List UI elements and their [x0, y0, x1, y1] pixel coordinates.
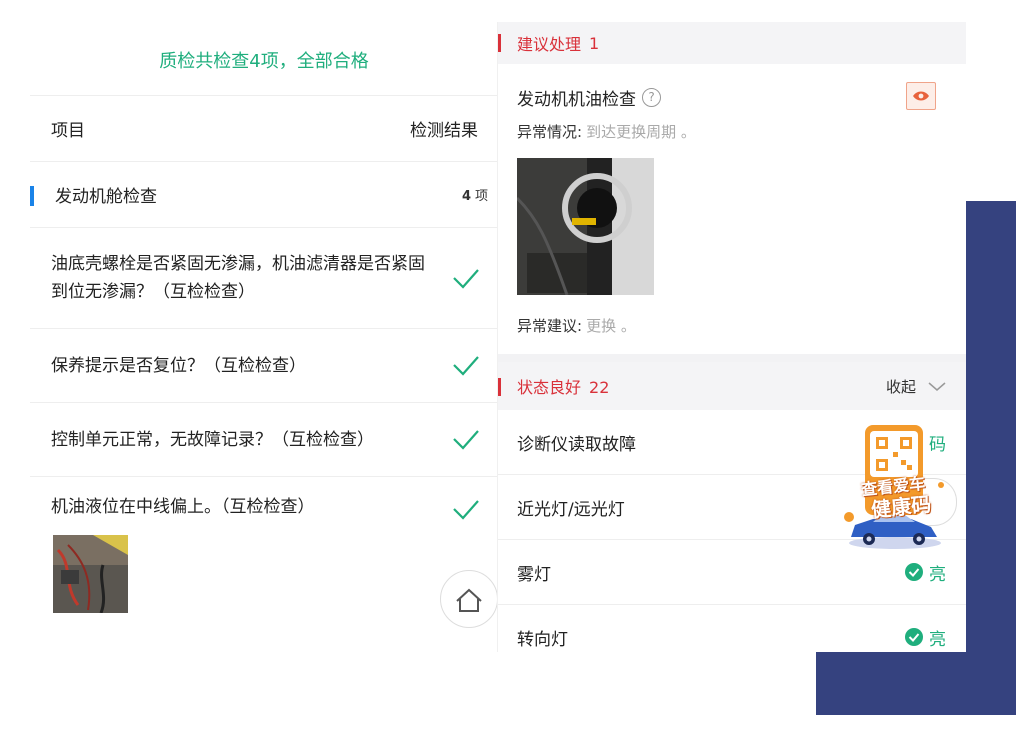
check-photo-thumbnail[interactable]: [53, 535, 128, 613]
check-circle-icon: [905, 563, 923, 581]
status-value: 亮: [905, 625, 946, 650]
suggest-section-header: 建议处理 1: [498, 22, 966, 64]
help-icon[interactable]: ?: [642, 88, 661, 107]
advice-value: 更换 。: [586, 317, 636, 335]
eye-icon: [913, 91, 929, 101]
status-row-name: 转向灯: [517, 629, 568, 650]
column-result-label: 检测结果: [410, 121, 478, 141]
abnormal-label: 异常情况:: [517, 123, 583, 141]
status-text: 亮: [929, 629, 946, 650]
abnormal-info: 异常情况: 到达更换周期 。: [517, 121, 936, 142]
section-divider: [498, 354, 966, 362]
check-circle-icon: [905, 628, 923, 646]
good-count: 22: [589, 378, 610, 397]
column-header: 项目 检测结果: [30, 96, 498, 162]
section-marker: [498, 34, 501, 52]
report-panel: 建议处理 1 发动机机油检查 ? 异常情况: 到达更换周期 。 异常建议: 更换…: [498, 22, 966, 652]
suggest-count: 1: [589, 33, 600, 53]
section-count: 4项: [461, 189, 488, 204]
suggest-label: 建议处理: [517, 35, 582, 54]
column-item-label: 项目: [51, 121, 85, 141]
check-icon: [453, 269, 479, 289]
section-marker: [498, 378, 501, 396]
status-value: 亮: [905, 560, 946, 585]
check-item: 机油液位在中线偏上。（互检检查）: [30, 477, 498, 647]
abnormal-value: 到达更换周期 。: [586, 123, 696, 141]
issue-photo[interactable]: [517, 158, 654, 295]
issue-card: 发动机机油检查 ? 异常情况: 到达更换周期 。 异常建议: 更换 。: [498, 64, 966, 354]
check-item: 保养提示是否复位？（互检检查）: [30, 329, 498, 403]
inspection-panel: 质检共检查4项，全部合格 项目 检测结果 发动机舱检查 4项 油底壳螺栓是否紧固…: [30, 25, 498, 652]
status-row-name: 诊断仪读取故障: [517, 434, 636, 455]
status-row: 转向灯 亮: [498, 605, 966, 652]
status-row-name: 雾灯: [517, 564, 551, 585]
collapse-toggle[interactable]: 收起: [886, 376, 948, 397]
section-marker: [30, 186, 34, 206]
good-label: 状态良好: [517, 378, 582, 397]
check-icon: [453, 500, 479, 520]
section-title: 发动机舱检查: [55, 187, 157, 207]
status-row-name: 近光灯/远光灯: [517, 499, 625, 520]
check-item: 油底壳螺栓是否紧固无渗漏，机油滤清器是否紧固到位无渗漏？（互检检查）: [30, 228, 498, 329]
good-section-header: 状态良好 22 收起: [498, 362, 966, 410]
home-icon: [456, 588, 482, 612]
view-button[interactable]: [906, 82, 936, 110]
issue-title-row: 发动机机油检查 ?: [517, 64, 936, 110]
advice-info: 异常建议: 更换 。: [517, 315, 936, 336]
home-button[interactable]: [440, 570, 498, 628]
check-item: 控制单元正常，无故障记录？（互检检查）: [30, 403, 498, 477]
section-engine-bay: 发动机舱检查 4项: [30, 162, 498, 228]
inspection-summary: 质检共检查4项，全部合格: [30, 25, 498, 96]
check-item-text: 油底壳螺栓是否紧固无渗漏，机油滤清器是否紧固到位无渗漏？（互检检查）: [51, 254, 425, 302]
health-code-promo[interactable]: 查看爱车 健康码: [843, 425, 946, 550]
check-icon: [453, 356, 479, 376]
check-item-text: 保养提示是否复位？（互检检查）: [51, 355, 306, 376]
chevron-down-icon: [928, 382, 946, 391]
advice-label: 异常建议:: [517, 317, 583, 335]
check-item-text: 机油液位在中线偏上。（互检检查）: [51, 497, 315, 517]
issue-title: 发动机机油检查: [517, 90, 636, 110]
collapse-label: 收起: [885, 377, 916, 396]
check-icon: [453, 430, 479, 450]
check-item-text: 控制单元正常，无故障记录？（互检检查）: [51, 429, 374, 450]
status-text: 亮: [929, 564, 946, 585]
